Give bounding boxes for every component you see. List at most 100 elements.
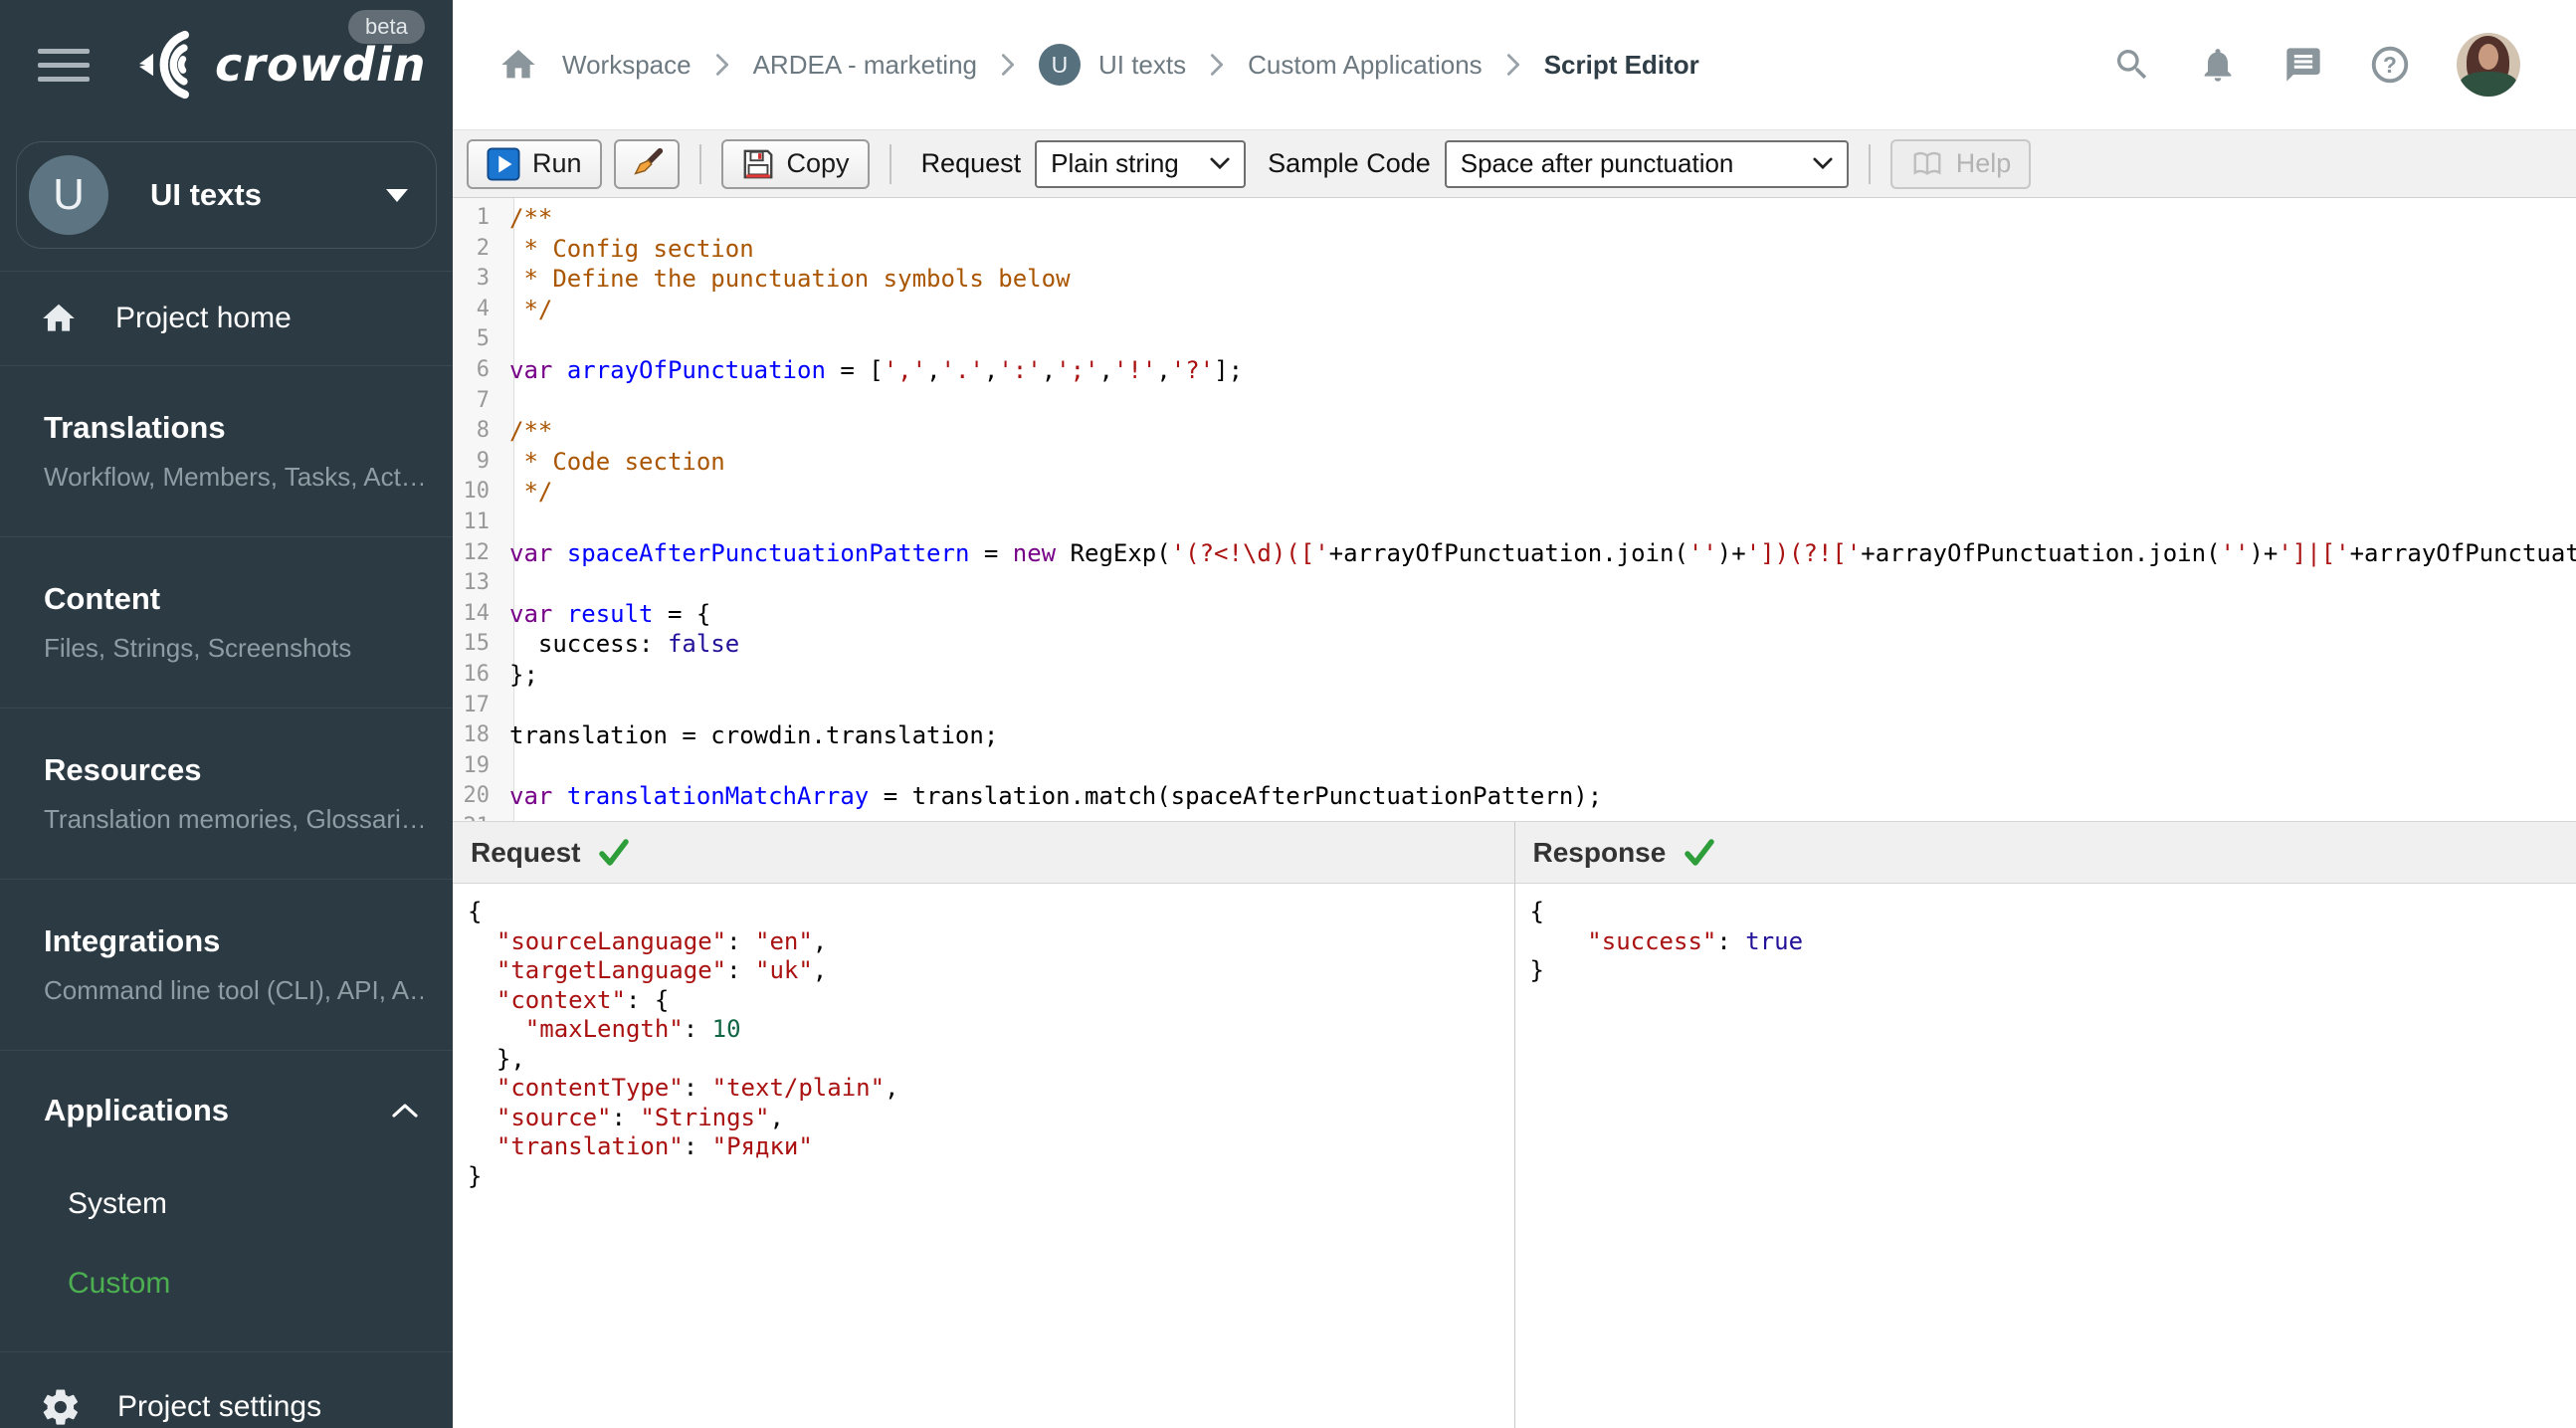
help-button-label: Help [1955,148,2012,178]
section-title: Applications [44,1093,230,1127]
section-title: Content [44,581,161,616]
line-number: 13 [463,570,491,596]
sidebar-section-content[interactable]: Content Files, Strings, Screenshots [0,537,453,709]
copy-button-label: Copy [786,148,850,178]
toolbar-separator [1868,143,1871,184]
success-check-icon [598,838,630,867]
chevron-down-icon [1210,157,1230,170]
applications-toggle[interactable]: Applications [44,1093,419,1128]
search-icon[interactable] [2112,45,2152,85]
request-select-value: Plain string [1051,148,1179,178]
line-number: 14 [463,600,491,626]
line-number: 7 [476,387,490,413]
main-area: Workspace ARDEA - marketing U UI texts C… [453,0,2576,1428]
sample-code-select-label: Sample Code [1268,148,1431,178]
messages-chat-icon[interactable] [2283,45,2323,85]
section-title: Translations [44,410,226,445]
user-avatar[interactable] [2457,33,2520,97]
sidebar-item-project-settings[interactable]: Project settings [0,1352,453,1428]
response-panel-header: Response [1514,822,2576,884]
code-line: 14 var result = { [453,599,2576,630]
code-line: 9 * Code section [453,447,2576,478]
run-button[interactable]: Run [467,138,602,189]
applications-children: System Custom [44,1164,419,1324]
code-line: 7 [453,386,2576,417]
code-line: "context": { [495,985,670,1014]
beta-badge: beta [348,10,425,44]
code-line: } [1529,956,1544,984]
code-line: 17 [453,691,2576,721]
code-line: 4 */ [453,295,2576,325]
line-number: 12 [463,539,491,565]
sidebar-section-resources[interactable]: Resources Translation memories, Glossari… [0,709,453,880]
breadcrumb: Workspace ARDEA - marketing U UI texts C… [498,44,2112,86]
code-line: "source": "Strings", [495,1103,784,1131]
request-type-select[interactable]: Plain string [1035,139,1247,188]
help-button[interactable]: Help [1889,138,2032,189]
chevron-right-icon [1506,53,1520,77]
sidebar: crowdin beta U UI texts Project home Tra… [0,0,453,1428]
code-line: "success": true [1587,926,1804,955]
sidebar-item-project-home[interactable]: Project home [40,300,453,337]
code-line: 10 */ [453,477,2576,508]
sidebar-item-label: Project home [115,302,292,334]
code-line: 19 [453,751,2576,782]
copy-button[interactable]: Copy [720,138,870,189]
line-number: 5 [476,326,490,352]
breadcrumb-custom-applications[interactable]: Custom Applications [1248,50,1483,81]
home-icon[interactable] [498,45,538,85]
breadcrumb-workspace[interactable]: Workspace [562,50,692,81]
chevron-down-icon [1813,157,1833,170]
line-number: 17 [463,692,491,717]
top-nav-icons: ? [2112,33,2520,97]
notifications-bell-icon[interactable] [2198,45,2238,85]
floppy-disk-icon [741,147,775,181]
hamburger-menu-icon[interactable] [38,48,90,82]
line-number: 3 [476,266,490,292]
success-check-icon [1684,838,1715,867]
sample-code-select[interactable]: Space after punctuation [1444,139,1849,188]
section-subtitle: Files, Strings, Screenshots [44,633,352,663]
section-subtitle: Command line tool (CLI), API, A… [44,975,423,1005]
line-number: 8 [476,418,490,444]
line-number: 19 [463,752,491,778]
line-number: 15 [463,631,491,657]
chevron-up-icon [391,1102,419,1120]
avatar-body [2460,72,2517,97]
request-select-label: Request [920,148,1022,178]
crowdin-logo-icon [125,28,211,102]
help-circle-icon[interactable]: ? [2369,44,2411,86]
request-panel-header: Request [453,822,1514,884]
code-line: 21 [453,812,2576,821]
section-subtitle: Translation memories, Glossari… [44,804,423,834]
code-line: 11 [453,508,2576,538]
section-title: Resources [44,752,202,787]
line-number: 2 [476,235,490,261]
code-line: "contentType": "text/plain", [495,1074,899,1102]
line-number: 11 [463,509,491,534]
project-selector[interactable]: U UI texts [16,141,437,249]
gear-icon [40,1386,82,1428]
request-panel: Request { "sourceLanguage": "en", "targe… [453,822,1514,1428]
sample-code-select-value: Space after punctuation [1460,148,1734,178]
sidebar-section-integrations[interactable]: Integrations Command line tool (CLI), AP… [0,880,453,1051]
line-number: 21 [453,812,502,821]
sidebar-section-translations[interactable]: Translations Workflow, Members, Tasks, A… [0,366,453,537]
code-line: "targetLanguage": "uk", [495,956,828,984]
section-subtitle: Workflow, Members, Tasks, Act… [44,462,423,492]
format-brush-button[interactable] [613,138,680,189]
code-line: "sourceLanguage": "en", [495,926,828,955]
code-editor[interactable]: 1/** 2 * Config section 3 * Define the pun… [453,198,2576,821]
chevron-right-icon [1001,53,1015,77]
sidebar-item-system[interactable]: System [44,1164,419,1244]
code-line: 3 * Define the punctuation symbols below [453,264,2576,295]
toolbar-separator [698,143,701,184]
breadcrumb-project[interactable]: UI texts [1098,50,1186,81]
chevron-right-icon [715,53,729,77]
code-line: 5 [453,324,2576,355]
breadcrumb-project-group[interactable]: ARDEA - marketing [753,50,977,81]
home-icon [40,300,78,337]
sidebar-item-custom[interactable]: Custom [44,1244,419,1324]
code-line: { [468,898,483,925]
request-json-editor[interactable]: { "sourceLanguage": "en", "targetLanguag… [453,884,1514,1428]
